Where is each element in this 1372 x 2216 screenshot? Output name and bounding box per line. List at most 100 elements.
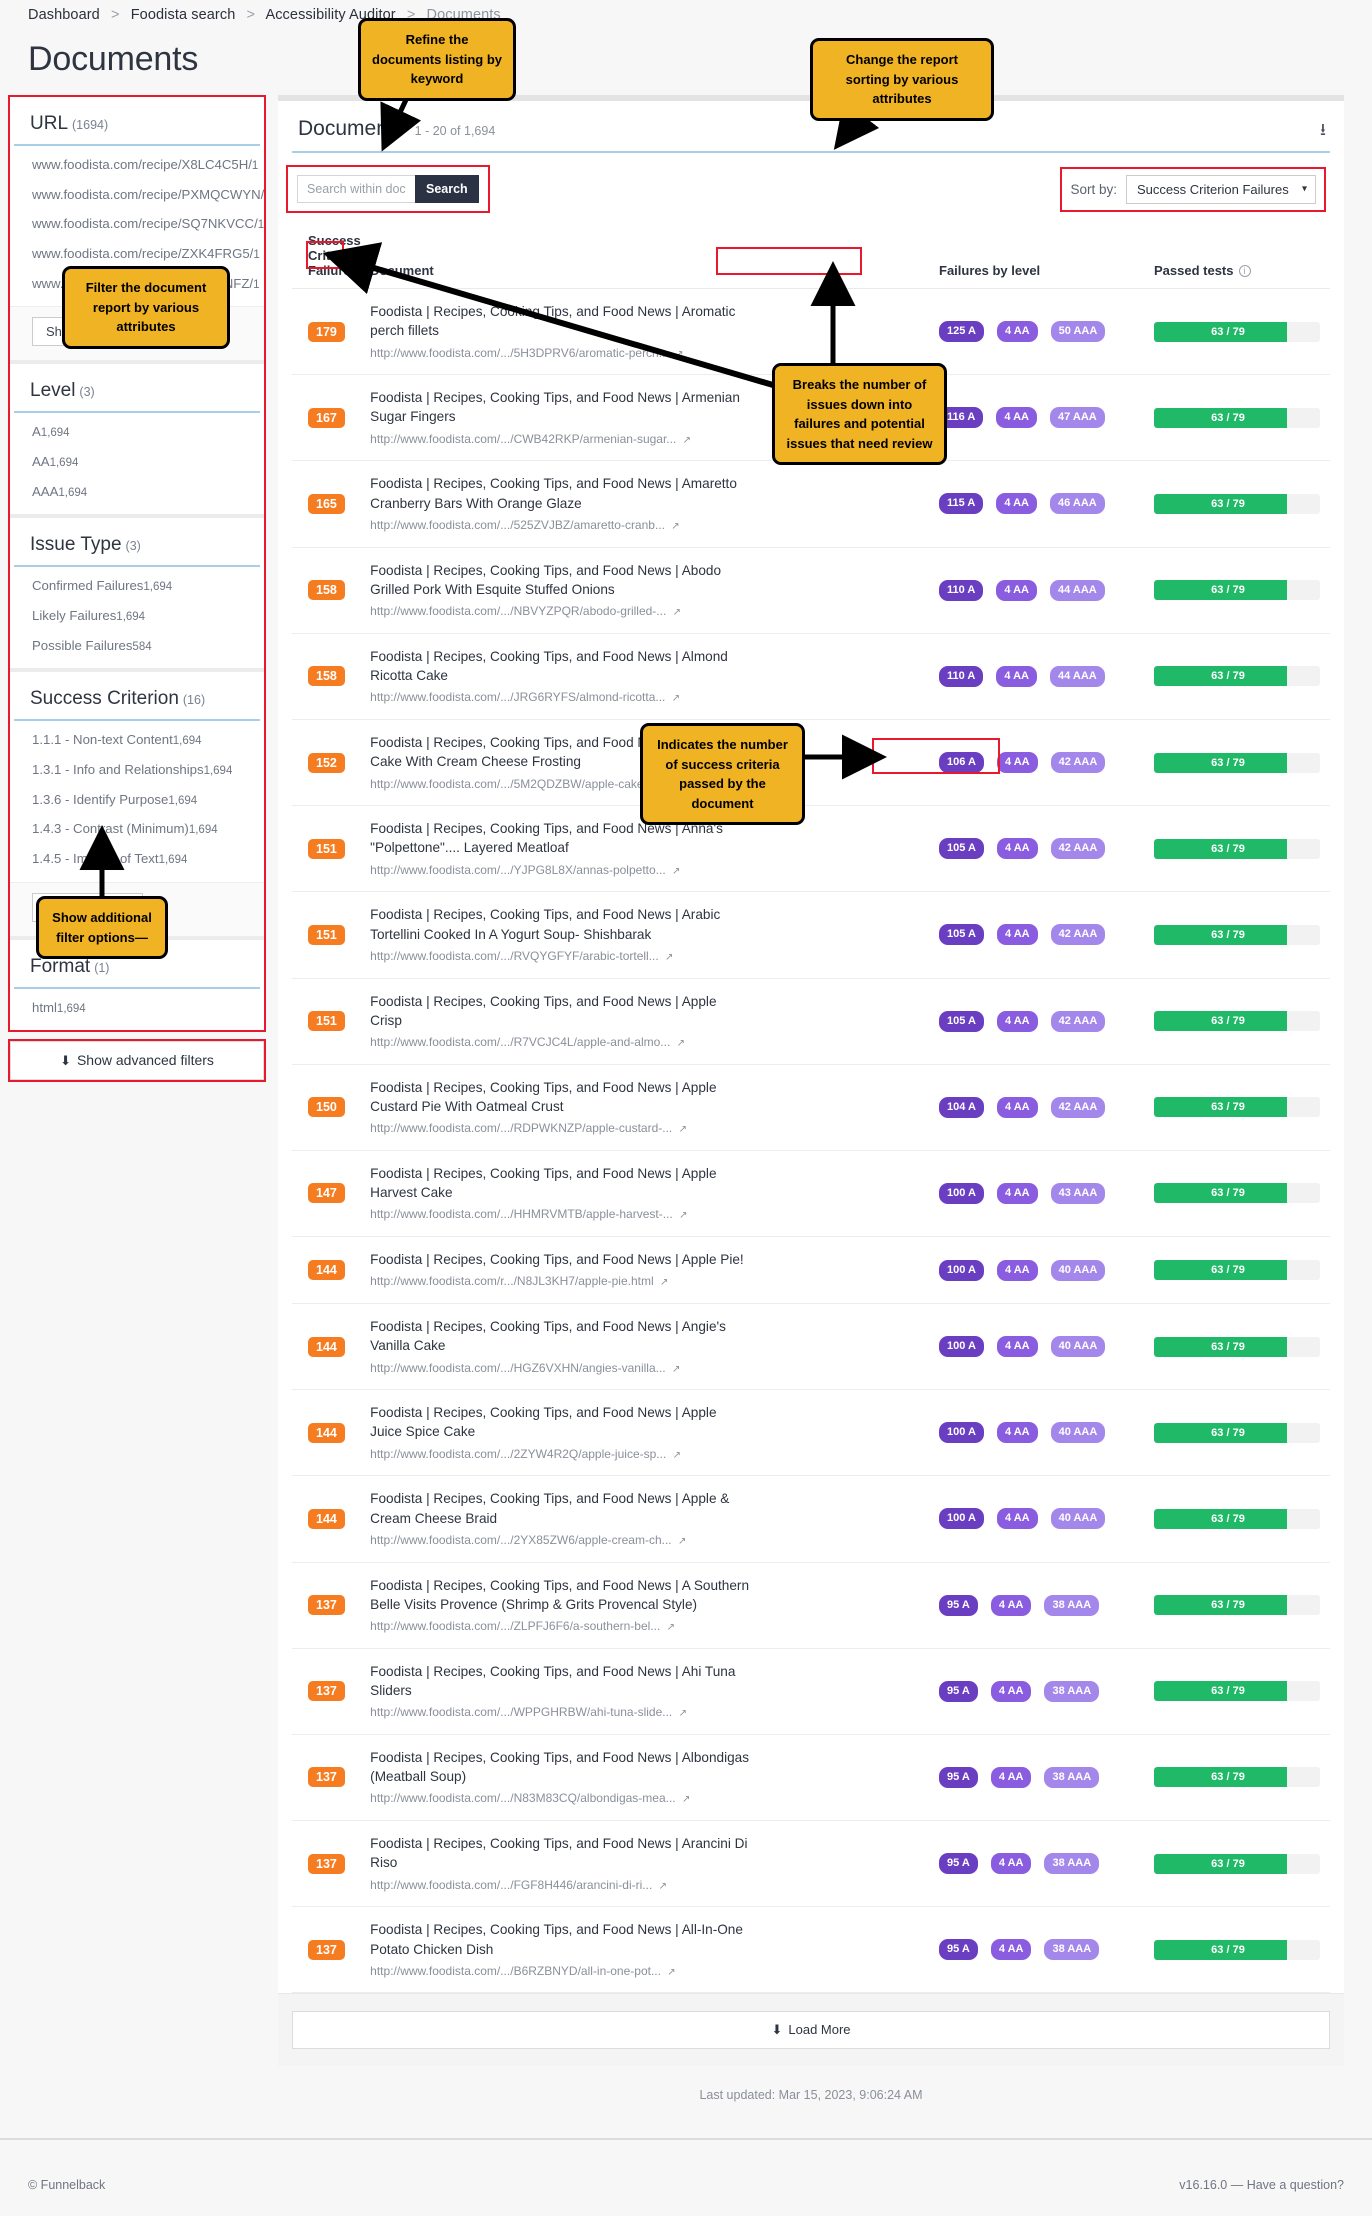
document-url[interactable]: http://www.foodista.com/.../2ZYW4R2Q/app… — [370, 1447, 931, 1463]
facet-item[interactable]: Possible Failures584 — [10, 631, 264, 661]
show-advanced-filters-button[interactable]: ⬇ Show advanced filters — [10, 1041, 264, 1081]
document-url[interactable]: http://www.foodista.com/.../NBVYZPQR/abo… — [370, 604, 931, 620]
level-a-badge[interactable]: 100 A — [939, 1508, 984, 1530]
level-aaa-badge[interactable]: 38 AAA — [1044, 1939, 1100, 1961]
level-aaa-badge[interactable]: 42 AAA — [1050, 838, 1106, 860]
sort-select[interactable]: Success Criterion Failures — [1126, 174, 1316, 204]
level-aa-badge[interactable]: 4 AA — [996, 1336, 1038, 1358]
level-aa-badge[interactable]: 4 AA — [990, 1680, 1032, 1702]
level-a-badge[interactable]: 105 A — [939, 924, 984, 946]
table-row[interactable]: 137 Foodista | Recipes, Cooking Tips, and… — [292, 1734, 1330, 1822]
level-aaa-badge[interactable]: 40 AAA — [1050, 1259, 1106, 1281]
level-a-badge[interactable]: 115 A — [939, 493, 984, 515]
document-title-link[interactable]: Foodista | Recipes, Cooking Tips, and Fo… — [370, 1920, 750, 1959]
level-aaa-badge[interactable]: 38 AAA — [1044, 1680, 1100, 1702]
footer-version-link[interactable]: v16.16.0 — Have a question? — [1179, 2178, 1344, 2192]
level-aa-badge[interactable]: 4 AA — [990, 1594, 1032, 1616]
document-url[interactable]: http://www.foodista.com/.../WPPGHRBW/ahi… — [370, 1705, 931, 1721]
level-aa-badge[interactable]: 4 AA — [996, 1010, 1038, 1032]
level-a-badge[interactable]: 100 A — [939, 1182, 984, 1204]
level-aa-badge[interactable]: 4 AA — [996, 752, 1038, 774]
level-a-badge[interactable]: 125 A — [939, 321, 984, 343]
facet-item[interactable]: www.foodista.com/recipe/ZXK4FRG5/1 — [10, 239, 264, 269]
facet-item[interactable]: Likely Failures1,694 — [10, 601, 264, 631]
level-a-badge[interactable]: 105 A — [939, 1010, 984, 1032]
level-aaa-badge[interactable]: 43 AAA — [1050, 1182, 1106, 1204]
level-aa-badge[interactable]: 4 AA — [990, 1939, 1032, 1961]
facet-item[interactable]: AA1,694 — [10, 447, 264, 477]
level-aaa-badge[interactable]: 44 AAA — [1050, 665, 1105, 687]
facet-item[interactable]: AAA1,694 — [10, 477, 264, 507]
level-aaa-badge[interactable]: 40 AAA — [1050, 1508, 1106, 1530]
document-title-link[interactable]: Foodista | Recipes, Cooking Tips, and Fo… — [370, 1662, 750, 1701]
level-aa-badge[interactable]: 4 AA — [990, 1766, 1032, 1788]
level-aa-badge[interactable]: 4 AA — [996, 924, 1038, 946]
document-title-link[interactable]: Foodista | Recipes, Cooking Tips, and Fo… — [370, 474, 750, 513]
facet-item[interactable]: 1.4.3 - Contrast (Minimum)1,694 — [10, 814, 264, 844]
facet-item[interactable]: 1.3.1 - Info and Relationships1,694 — [10, 755, 264, 785]
level-a-badge[interactable]: 106 A — [939, 752, 984, 774]
document-title-link[interactable]: Foodista | Recipes, Cooking Tips, and Fo… — [370, 1489, 750, 1528]
load-more-button[interactable]: ⬇ Load More — [292, 2011, 1330, 2050]
level-a-badge[interactable]: 95 A — [939, 1594, 978, 1616]
table-row[interactable]: 147 Foodista | Recipes, Cooking Tips, and… — [292, 1150, 1330, 1238]
level-a-badge[interactable]: 100 A — [939, 1422, 984, 1444]
level-aa-badge[interactable]: 4 AA — [996, 407, 1037, 429]
document-title-link[interactable]: Foodista | Recipes, Cooking Tips, and Fo… — [370, 1078, 750, 1117]
table-row[interactable]: 137 Foodista | Recipes, Cooking Tips, and… — [292, 1820, 1330, 1908]
level-aa-badge[interactable]: 4 AA — [996, 1182, 1038, 1204]
document-title-link[interactable]: Foodista | Recipes, Cooking Tips, and Fo… — [370, 1403, 750, 1442]
level-aaa-badge[interactable]: 46 AAA — [1050, 493, 1105, 515]
document-url[interactable]: http://www.foodista.com/.../RDPWKNZP/app… — [370, 1121, 931, 1137]
facet-item[interactable]: 1.3.6 - Identify Purpose1,694 — [10, 785, 264, 815]
level-aa-badge[interactable]: 4 AA — [996, 1508, 1038, 1530]
level-a-badge[interactable]: 104 A — [939, 1096, 984, 1118]
table-row[interactable]: 158 Foodista | Recipes, Cooking Tips, and… — [292, 547, 1330, 634]
facet-item[interactable]: 1.4.5 - Images of Text1,694 — [10, 844, 264, 874]
level-a-badge[interactable]: 110 A — [939, 665, 984, 687]
level-a-badge[interactable]: 95 A — [939, 1766, 978, 1788]
table-row[interactable]: 144 Foodista | Recipes, Cooking Tips, and… — [292, 1303, 1330, 1391]
facet-item[interactable]: 1.1.1 - Non-text Content1,694 — [10, 725, 264, 755]
facet-item[interactable]: www.foodista.com/recipe/X8LC4C5H/1 — [10, 150, 264, 180]
document-url[interactable]: http://www.foodista.com/.../JRG6RYFS/alm… — [370, 690, 931, 706]
level-a-badge[interactable]: 95 A — [939, 1939, 978, 1961]
level-aaa-badge[interactable]: 42 AAA — [1050, 1096, 1106, 1118]
level-aa-badge[interactable]: 4 AA — [990, 1853, 1032, 1875]
level-aaa-badge[interactable]: 38 AAA — [1044, 1853, 1100, 1875]
level-aaa-badge[interactable]: 40 AAA — [1050, 1422, 1106, 1444]
level-aa-badge[interactable]: 4 AA — [996, 579, 1037, 601]
table-row[interactable]: 151 Foodista | Recipes, Cooking Tips, and… — [292, 805, 1330, 893]
document-title-link[interactable]: Foodista | Recipes, Cooking Tips, and Fo… — [370, 302, 750, 341]
document-url[interactable]: http://www.foodista.com/.../YJPG8L8X/ann… — [370, 863, 931, 879]
table-row[interactable]: 137 Foodista | Recipes, Cooking Tips, and… — [292, 1562, 1330, 1649]
level-aa-badge[interactable]: 4 AA — [996, 321, 1038, 343]
level-aa-badge[interactable]: 4 AA — [996, 1259, 1038, 1281]
table-row[interactable]: 151 Foodista | Recipes, Cooking Tips, and… — [292, 978, 1330, 1065]
table-row[interactable]: 151 Foodista | Recipes, Cooking Tips, and… — [292, 891, 1330, 979]
facet-item[interactable]: www.foodista.com/recipe/SQ7NKVCC/1 — [10, 209, 264, 239]
document-url[interactable]: http://www.foodista.com/.../ZLPFJ6F6/a-s… — [370, 1619, 931, 1635]
document-title-link[interactable]: Foodista | Recipes, Cooking Tips, and Fo… — [370, 1576, 750, 1615]
level-a-badge[interactable]: 95 A — [939, 1680, 978, 1702]
table-row[interactable]: 137 Foodista | Recipes, Cooking Tips, and… — [292, 1648, 1330, 1735]
document-url[interactable]: http://www.foodista.com/.../HGZ6VXHN/ang… — [370, 1361, 931, 1377]
document-title-link[interactable]: Foodista | Recipes, Cooking Tips, and Fo… — [370, 1164, 750, 1203]
level-aaa-badge[interactable]: 42 AAA — [1050, 924, 1106, 946]
table-row[interactable]: 158 Foodista | Recipes, Cooking Tips, and… — [292, 633, 1330, 720]
table-row[interactable]: 150 Foodista | Recipes, Cooking Tips, and… — [292, 1064, 1330, 1151]
level-aaa-badge[interactable]: 42 AAA — [1050, 752, 1106, 774]
table-row[interactable]: 137 Foodista | Recipes, Cooking Tips, and… — [292, 1906, 1330, 1994]
document-url[interactable]: http://www.foodista.com/.../R7VCJC4L/app… — [370, 1035, 931, 1051]
level-aaa-badge[interactable]: 38 AAA — [1044, 1766, 1100, 1788]
document-title-link[interactable]: Foodista | Recipes, Cooking Tips, and Fo… — [370, 1834, 750, 1873]
document-url[interactable]: http://www.foodista.com/.../FGF8H446/ara… — [370, 1878, 931, 1894]
document-url[interactable]: http://www.foodista.com/.../525ZVJBZ/ama… — [370, 518, 931, 534]
document-title-link[interactable]: Foodista | Recipes, Cooking Tips, and Fo… — [370, 905, 750, 944]
document-title-link[interactable]: Foodista | Recipes, Cooking Tips, and Fo… — [370, 1748, 750, 1787]
info-icon[interactable]: i — [1238, 265, 1251, 277]
level-aaa-badge[interactable]: 44 AAA — [1050, 579, 1105, 601]
table-row[interactable]: 165 Foodista | Recipes, Cooking Tips, and… — [292, 460, 1330, 548]
level-aaa-badge[interactable]: 50 AAA — [1050, 321, 1106, 343]
search-button[interactable]: Search — [415, 175, 479, 203]
